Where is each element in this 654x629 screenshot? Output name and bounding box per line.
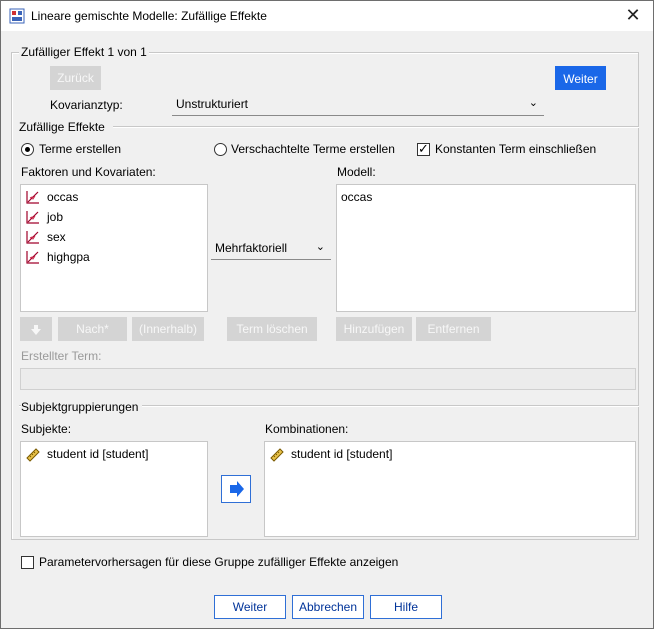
spss-app-icon (9, 8, 25, 24)
covariance-type-value: Unstrukturiert (176, 97, 249, 111)
chevron-down-icon: ⌄ (315, 241, 325, 253)
combinations-label: Kombinationen: (265, 422, 349, 436)
remove-button[interactable]: Entfernen (416, 317, 491, 341)
list-item[interactable]: job (21, 207, 207, 227)
random-effects-divider (113, 126, 639, 128)
scale-variable-icon (26, 231, 39, 244)
help-button[interactable]: Hilfe (370, 595, 442, 619)
close-icon[interactable]: ✕ (621, 3, 645, 27)
factors-listbox[interactable]: occas job sex highgpa (20, 184, 208, 312)
checkbox-include-intercept-label: Konstanten Term einschließen (435, 142, 597, 156)
move-to-combinations-button[interactable] (221, 475, 251, 503)
radio-build-terms-label: Terme erstellen (39, 142, 122, 156)
factor-sex: sex (47, 230, 66, 244)
arrow-right-icon (230, 481, 244, 497)
built-term-label: Erstellter Term: (21, 349, 102, 363)
checkbox-include-intercept[interactable] (417, 141, 430, 157)
next-effect-button[interactable]: Weiter (555, 66, 606, 90)
covariance-type-select[interactable]: Unstrukturiert ⌄ (172, 94, 544, 116)
combinations-listbox[interactable]: student id [student] (264, 441, 636, 537)
list-item[interactable]: student id [student] (21, 444, 207, 464)
innerhalb-button[interactable]: (Innerhalb) (132, 317, 204, 341)
add-button[interactable]: Hinzufügen (336, 317, 412, 341)
built-term-field[interactable] (20, 368, 636, 390)
nach-button[interactable]: Nach* (58, 317, 127, 341)
model-label: Modell: (337, 165, 376, 179)
model-item-occas: occas (341, 190, 373, 204)
checkbox-parameter-predictions-label: Parametervorhersagen für diese Gruppe zu… (39, 555, 399, 569)
window-title: Lineare gemischte Modelle: Zufällige Eff… (31, 9, 267, 23)
factor-occas: occas (47, 190, 79, 204)
back-button[interactable]: Zurück (50, 66, 101, 90)
dialog-window: Lineare gemischte Modelle: Zufällige Eff… (0, 0, 654, 629)
factorial-type-value: Mehrfaktoriell (215, 241, 288, 255)
arrow-down-icon (31, 324, 41, 335)
list-item[interactable]: occas (21, 187, 207, 207)
covariance-type-label: Kovarianztyp: (50, 98, 123, 112)
scale-variable-icon (26, 211, 39, 224)
ruler-nominal-icon (270, 448, 284, 462)
continue-button[interactable]: Weiter (214, 595, 286, 619)
subject-groupings-label: Subjektgruppierungen (21, 400, 143, 414)
list-item[interactable]: student id [student] (265, 444, 635, 464)
random-effects-label: Zufällige Effekte (19, 120, 105, 134)
subject-student-id: student id [student] (47, 447, 149, 461)
list-item[interactable]: sex (21, 227, 207, 247)
move-arrow-button[interactable] (20, 317, 52, 341)
list-item[interactable]: highgpa (21, 247, 207, 267)
factor-highgpa: highgpa (47, 250, 90, 264)
subjects-label: Subjekte: (21, 422, 72, 436)
scale-variable-icon (26, 191, 39, 204)
model-listbox[interactable]: occas (336, 184, 636, 312)
factors-label: Faktoren und Kovariaten: (21, 165, 156, 179)
title-bar: Lineare gemischte Modelle: Zufällige Eff… (1, 1, 653, 31)
radio-build-terms[interactable] (21, 143, 34, 156)
scale-variable-icon (26, 251, 39, 264)
subjects-listbox[interactable]: student id [student] (20, 441, 208, 537)
cancel-button[interactable]: Abbrechen (292, 595, 364, 619)
factorial-type-select[interactable]: Mehrfaktoriell ⌄ (211, 238, 331, 260)
effect-group-label: Zufälliger Effekt 1 von 1 (19, 45, 149, 59)
ruler-nominal-icon (26, 448, 40, 462)
radio-nested-terms-label: Verschachtelte Terme erstellen (231, 142, 395, 156)
list-item[interactable]: occas (337, 187, 635, 207)
checkbox-parameter-predictions[interactable] (21, 556, 34, 569)
chevron-down-icon: ⌄ (528, 97, 538, 109)
factor-job: job (47, 210, 64, 224)
radio-nested-terms[interactable] (214, 143, 227, 156)
combination-student-id: student id [student] (291, 447, 393, 461)
delete-term-button[interactable]: Term löschen (227, 317, 317, 341)
